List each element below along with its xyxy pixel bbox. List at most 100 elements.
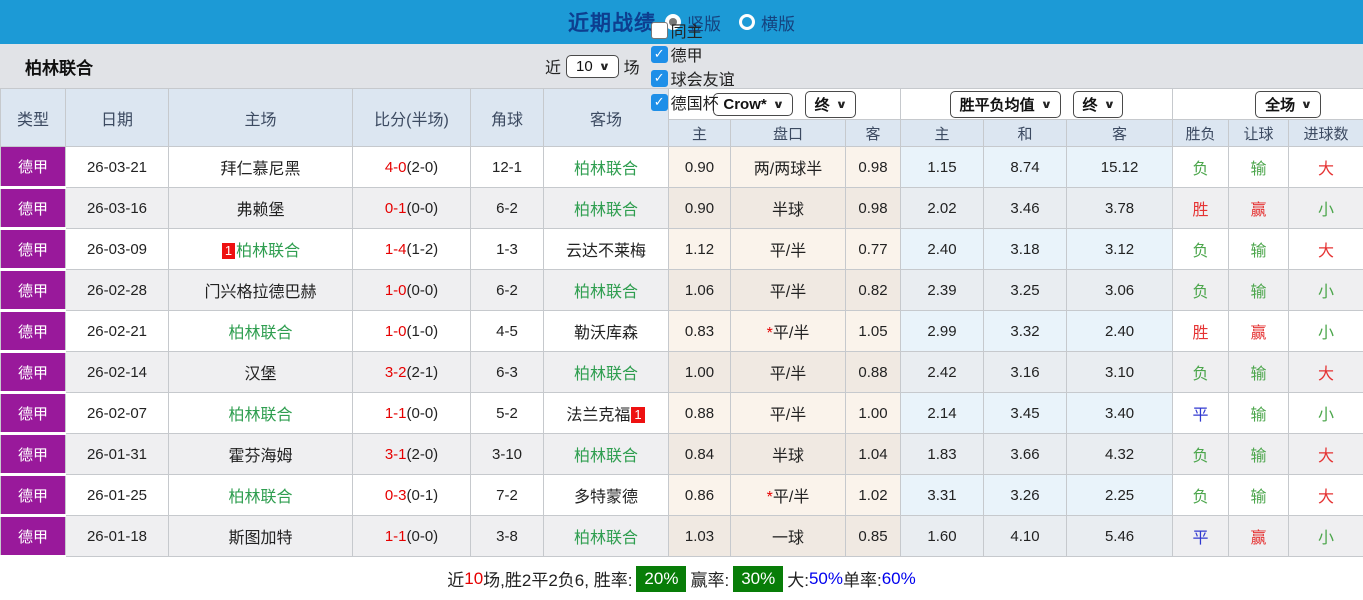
- date-cell: 26-03-09: [65, 228, 169, 270]
- home-team-cell: 拜仁慕尼黑: [168, 146, 353, 188]
- table-row: 德甲 26-03-16 弗赖堡 0-1(0-0) 6-2 柏林联合 0.90 半球 0.98 2.…: [0, 187, 1363, 230]
- summary-text: 场,胜2平2负6, 胜率:: [483, 571, 633, 590]
- fulltime-score: 1-0: [384, 322, 407, 340]
- result-text: 小: [1318, 407, 1335, 424]
- avg-away-odds: 5.46: [1066, 515, 1174, 557]
- league-cell: 德甲: [0, 310, 66, 353]
- away-team-cell: 柏林联合: [543, 515, 669, 557]
- result-text: 平: [1192, 530, 1209, 547]
- team-name-text: 柏林联合: [573, 161, 638, 178]
- result-wdl-cell: 平: [1172, 515, 1230, 557]
- result-wdl-cell: 负: [1172, 433, 1230, 475]
- crown-home-odds: 0.83: [668, 310, 731, 352]
- table-row: 德甲 26-03-09 1 柏林联合 1-4(1-2) 1-3 云达不莱梅 1.12 平/半 0.…: [0, 228, 1363, 271]
- result-text: 小: [1318, 530, 1335, 547]
- summary-text: 10: [464, 568, 484, 588]
- filter-option[interactable]: 同主: [645, 18, 735, 42]
- avg-draw-odds: 8.74: [983, 146, 1068, 188]
- crown-away-odds: 1.02: [844, 474, 902, 516]
- filter-option[interactable]: ✓ 德国杯: [645, 90, 735, 114]
- halftime-score: (0-0): [406, 281, 439, 299]
- handicap-text: 平/半: [769, 284, 807, 301]
- result-handicap-cell: 赢: [1228, 187, 1290, 229]
- avg-away-odds: 3.12: [1066, 228, 1174, 270]
- table-row: 德甲 26-01-25 柏林联合 0-3(0-1) 7-2 多特蒙德 0.86 *平/半 1.0…: [0, 474, 1363, 517]
- score-cell: 0-1(0-0): [352, 187, 471, 229]
- percentage-chip: 20%: [636, 565, 687, 592]
- result-text: 负: [1192, 243, 1209, 260]
- odds-source-state-select[interactable]: 终 ∨: [804, 90, 856, 118]
- crown-home-odds: 1.03: [668, 515, 731, 557]
- team-name-text: 霍芬海姆: [228, 448, 293, 465]
- chevron-down-icon: ∨: [772, 98, 785, 111]
- table-row: 德甲 26-01-18 斯图加特 1-1(0-0) 3-8 柏林联合 1.03 一球 0.85 1…: [0, 515, 1363, 558]
- score-cell: 0-3(0-1): [352, 474, 471, 516]
- radio-option-horizontal[interactable]: 横版: [739, 10, 795, 35]
- radio-horizontal-icon[interactable]: [739, 14, 755, 30]
- result-text: 负: [1192, 161, 1209, 178]
- avg-state-select[interactable]: 终 ∨: [1072, 90, 1124, 118]
- result-text: 负: [1192, 366, 1209, 383]
- avg-away-odds: 3.78: [1066, 187, 1174, 229]
- score-cell: 1-0(1-0): [352, 310, 471, 352]
- red-card-badge: 1: [631, 407, 645, 423]
- league-cell: 德甲: [0, 433, 66, 476]
- checkbox-unchecked-icon[interactable]: [650, 21, 668, 39]
- team-name-text: 柏林联合: [573, 366, 638, 383]
- subheader-wdl: 胜负: [1172, 119, 1230, 147]
- corner-cell: 7-2: [470, 474, 544, 516]
- result-goals-cell: 小: [1288, 310, 1363, 352]
- fulltime-score: 1-1: [384, 527, 407, 545]
- result-text: 负: [1192, 489, 1209, 506]
- team-name-text: 柏林联合: [228, 407, 293, 424]
- col-header-corner: 角球: [470, 88, 544, 147]
- corner-cell: 6-2: [470, 187, 544, 229]
- corner-cell: 5-2: [470, 392, 544, 434]
- checkbox-checked-icon[interactable]: ✓: [650, 69, 668, 87]
- home-team-cell: 1 柏林联合: [168, 228, 353, 270]
- corner-cell: 1-3: [470, 228, 544, 270]
- team-name-text: 多特蒙德: [573, 489, 638, 506]
- avg-away-odds: 3.40: [1066, 392, 1174, 434]
- score-cell: 1-1(0-0): [352, 392, 471, 434]
- team-name-text: 勒沃库森: [573, 325, 638, 342]
- fulltime-score: 0-3: [384, 486, 407, 504]
- table-row: 德甲 26-02-21 柏林联合 1-0(1-0) 4-5 勒沃库森 0.83 *平/半 1.0…: [0, 310, 1363, 353]
- avg-away-odds: 3.06: [1066, 269, 1174, 311]
- avg-home-odds: 1.15: [900, 146, 985, 188]
- crown-home-odds: 0.84: [668, 433, 731, 475]
- crown-home-odds: 1.12: [668, 228, 731, 270]
- checkbox-checked-icon[interactable]: ✓: [650, 93, 668, 111]
- result-text: 大: [1318, 366, 1335, 383]
- corner-cell: 12-1: [470, 146, 544, 188]
- handicap-text: 平/半: [772, 489, 810, 506]
- filter-option[interactable]: ✓ 德甲: [645, 42, 735, 66]
- result-goals-cell: 小: [1288, 515, 1363, 557]
- result-wdl-cell: 平: [1172, 392, 1230, 434]
- home-team-cell: 汉堡: [168, 351, 353, 393]
- result-goals-cell: 大: [1288, 146, 1363, 188]
- result-text: 小: [1318, 325, 1335, 342]
- avg-draw-odds: 3.46: [983, 187, 1068, 229]
- checkbox-checked-icon[interactable]: ✓: [650, 45, 668, 63]
- filter-option[interactable]: ✓ 球会友谊: [645, 66, 735, 90]
- chevron-down-icon: ∨: [598, 60, 610, 73]
- avg-draw-odds: 4.10: [983, 515, 1068, 557]
- match-count-select[interactable]: 10 ∨: [566, 54, 619, 78]
- scope-select[interactable]: 全场 ∨: [1255, 90, 1322, 118]
- chevron-down-icon: ∨: [1103, 98, 1115, 111]
- games-label: 场: [623, 60, 640, 77]
- fulltime-score: 1-0: [384, 281, 407, 299]
- filter-checkboxes: 同主 ✓ 德甲 ✓ 球会友谊 ✓ 德国杯: [645, 18, 735, 114]
- handicap-cell: 平/半: [730, 351, 846, 393]
- date-cell: 26-01-25: [65, 474, 169, 516]
- recent-label: 近: [545, 60, 562, 77]
- league-cell: 德甲: [0, 269, 66, 312]
- avg-home-odds: 2.14: [900, 392, 985, 434]
- filter-option-label: 球会友谊: [670, 72, 735, 89]
- avg-type-select[interactable]: 胜平负均值 ∨: [949, 90, 1061, 118]
- crown-away-odds: 1.04: [844, 433, 902, 475]
- halftime-score: (2-0): [406, 158, 439, 176]
- percentage-chip: 30%: [733, 565, 784, 592]
- away-team-cell: 云达不莱梅: [543, 228, 669, 270]
